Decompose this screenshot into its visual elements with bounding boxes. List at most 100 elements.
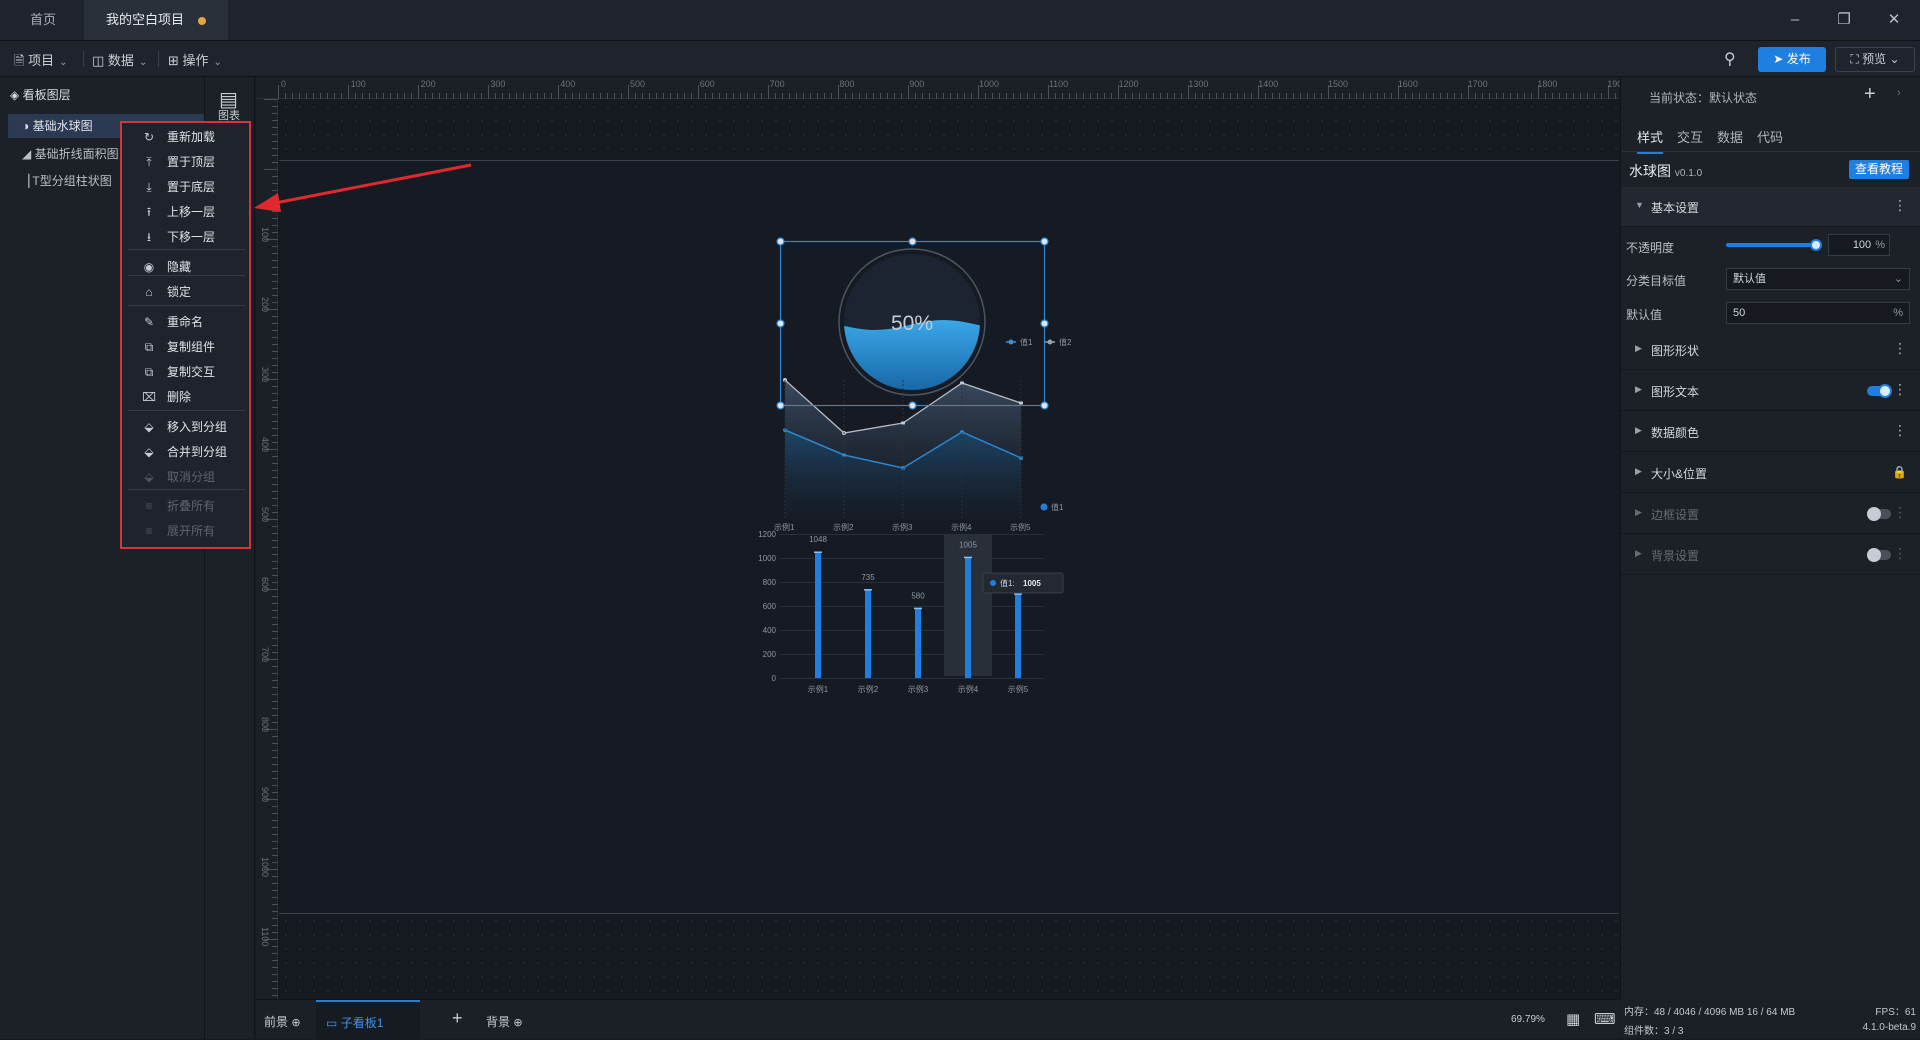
- default-input[interactable]: 50%: [1726, 302, 1910, 324]
- bar[interactable]: [965, 557, 971, 678]
- resize-handle[interactable]: [908, 401, 917, 410]
- bar-y-tick: 1000: [758, 554, 776, 563]
- chevron-right-icon[interactable]: ›: [1897, 87, 1901, 99]
- add-state-icon[interactable]: +: [1864, 83, 1876, 106]
- lock-icon[interactable]: 🔒: [1892, 465, 1907, 479]
- horizontal-ruler: 0 100 200 300 400 500 600 700 800 900 1000 1100 1200…: [256, 77, 1627, 99]
- tab-code[interactable]: 代码: [1757, 127, 1783, 146]
- context-menu-item[interactable]: ⧉ 复制组件: [122, 335, 249, 359]
- resize-handle[interactable]: [776, 319, 785, 328]
- tab-home[interactable]: 首页: [8, 0, 78, 40]
- resize-handle[interactable]: [1040, 319, 1049, 328]
- layer-item-area[interactable]: ◢ 基础折线面积图: [8, 142, 119, 166]
- menu-operation[interactable]: ⊞ 操作 ⌄: [168, 50, 222, 69]
- resize-handle[interactable]: [776, 401, 785, 410]
- bar[interactable]: [865, 589, 871, 678]
- background-toggle[interactable]: [1867, 548, 1891, 562]
- menu-data[interactable]: ◫ 数据 ⌄: [92, 50, 147, 69]
- subboard-label: 子看板1: [340, 1016, 384, 1030]
- menu-project[interactable]: 🗎 项目 ⌄: [14, 50, 67, 74]
- layers-icon: ⬙: [144, 420, 154, 434]
- keyboard-icon[interactable]: ⌨: [1594, 1010, 1616, 1028]
- resize-handle[interactable]: [776, 237, 785, 246]
- bar[interactable]: [815, 552, 821, 678]
- bar-value-label: 580: [911, 591, 925, 600]
- background-tab[interactable]: 背景 ⊕: [486, 1013, 523, 1030]
- bar-y-tick: 1200: [758, 530, 776, 539]
- close-icon[interactable]: ✕: [1880, 8, 1908, 32]
- tab-data[interactable]: 数据: [1717, 127, 1743, 146]
- fit-screen-icon[interactable]: ▦: [1566, 1010, 1580, 1028]
- send-to-bottom-icon: ⤓: [146, 180, 152, 194]
- subboard-tab[interactable]: ▭ 子看板1: [316, 1000, 420, 1040]
- tab-interaction[interactable]: 交互: [1677, 127, 1703, 146]
- bar-chart[interactable]: 1200 1000 800 600 400 200 0 1048 735 580 1005 示例1…: [758, 530, 1064, 694]
- resize-handle[interactable]: [1040, 237, 1049, 246]
- component-title: 水球图 v0.1.0: [1629, 161, 1702, 181]
- border-toggle[interactable]: [1867, 507, 1891, 521]
- section-background[interactable]: ▶ 背景设置 ⋮: [1621, 535, 1920, 575]
- bar[interactable]: [915, 608, 921, 678]
- context-menu-item[interactable]: ⌂ 锁定: [122, 280, 249, 304]
- menu-divider: [128, 275, 245, 276]
- section-text[interactable]: ▶ 图形文本 ⋮: [1621, 371, 1920, 411]
- tab-style[interactable]: 样式: [1637, 127, 1664, 154]
- opacity-input[interactable]: 100%: [1828, 234, 1890, 256]
- target-select[interactable]: 默认值 ⌄: [1726, 268, 1910, 290]
- background-label: 背景: [486, 1015, 511, 1029]
- bar-value-label: 1048: [809, 535, 827, 544]
- bar[interactable]: [1015, 594, 1021, 678]
- context-menu-item[interactable]: ⤒ 置于顶层: [122, 150, 249, 174]
- more-vertical-icon[interactable]: ⋮: [1893, 545, 1907, 562]
- publish-button[interactable]: ➤ 发布: [1758, 47, 1826, 72]
- liquid-ball[interactable]: 50%: [838, 248, 986, 400]
- preview-label: 预览: [1862, 52, 1887, 66]
- section-colors[interactable]: ▶ 数据颜色 ⋮: [1621, 412, 1920, 452]
- context-menu-item[interactable]: ⧉ 复制交互: [122, 360, 249, 384]
- grid-icon: ⊞: [168, 53, 179, 68]
- database-icon: ◫: [92, 53, 105, 68]
- more-vertical-icon[interactable]: ⋮: [1893, 197, 1907, 214]
- file-icon: 🗎: [14, 53, 25, 68]
- more-vertical-icon[interactable]: ⋮: [1893, 381, 1907, 398]
- add-board-icon[interactable]: +: [452, 1008, 463, 1029]
- search-icon[interactable]: ⚲: [1724, 49, 1736, 69]
- minimize-icon[interactable]: –: [1781, 8, 1809, 32]
- add-circle-icon[interactable]: ⊕: [513, 1017, 522, 1029]
- ruler-label: 800: [839, 79, 855, 89]
- ruler-label: 700: [769, 79, 785, 89]
- context-menu-item[interactable]: ⭱ 上移一层: [122, 200, 249, 224]
- foreground-label: 前景: [264, 1015, 289, 1029]
- divider: [1621, 151, 1920, 152]
- context-menu-item[interactable]: ⬙ 移入到分组: [122, 415, 249, 439]
- area-chart[interactable]: 示例1 示例2 示例3 示例4 示例5 值1: [774, 378, 1064, 532]
- context-menu-item[interactable]: ⭳ 下移一层: [122, 225, 249, 249]
- zoom-level[interactable]: 69.79%: [1511, 1014, 1545, 1025]
- context-menu-item[interactable]: ⬙ 合并到分组: [122, 440, 249, 464]
- menu-project-label: 项目: [28, 53, 55, 68]
- restore-icon[interactable]: ❐: [1830, 8, 1858, 32]
- tab-project[interactable]: 我的空白项目: [84, 0, 229, 40]
- more-vertical-icon[interactable]: ⋮: [1893, 422, 1907, 439]
- foreground-tab[interactable]: 前景 ⊕: [264, 1013, 301, 1030]
- resize-handle[interactable]: [1040, 401, 1049, 410]
- text-toggle[interactable]: [1867, 384, 1892, 398]
- opacity-slider[interactable]: [1726, 239, 1822, 251]
- add-circle-icon[interactable]: ⊕: [291, 1017, 300, 1029]
- opacity-slider-knob[interactable]: [1810, 239, 1822, 251]
- section-basic[interactable]: ▼ 基本设置 ⋮: [1621, 187, 1920, 227]
- more-vertical-icon[interactable]: ⋮: [1893, 504, 1907, 521]
- section-shape[interactable]: ▶ 图形形状 ⋮: [1621, 330, 1920, 370]
- resize-handle[interactable]: [908, 237, 917, 246]
- section-size-position[interactable]: ▶ 大小&位置 🔒: [1621, 453, 1920, 493]
- context-menu-item[interactable]: ⌧ 删除: [122, 385, 249, 409]
- context-menu-item[interactable]: ✎ 重命名: [122, 310, 249, 334]
- layer-item-bar[interactable]: ▕ T型分组柱状图: [8, 169, 112, 193]
- state-value[interactable]: 默认状态: [1709, 91, 1757, 105]
- preview-button[interactable]: ⛶ 预览 ⌄: [1835, 47, 1915, 72]
- context-menu-item[interactable]: ↻ 重新加载: [122, 125, 249, 149]
- tutorial-button[interactable]: 查看教程: [1849, 160, 1909, 179]
- section-border[interactable]: ▶ 边框设置 ⋮: [1621, 494, 1920, 534]
- more-vertical-icon[interactable]: ⋮: [1893, 340, 1907, 357]
- context-menu-item[interactable]: ⤓ 置于底层: [122, 175, 249, 199]
